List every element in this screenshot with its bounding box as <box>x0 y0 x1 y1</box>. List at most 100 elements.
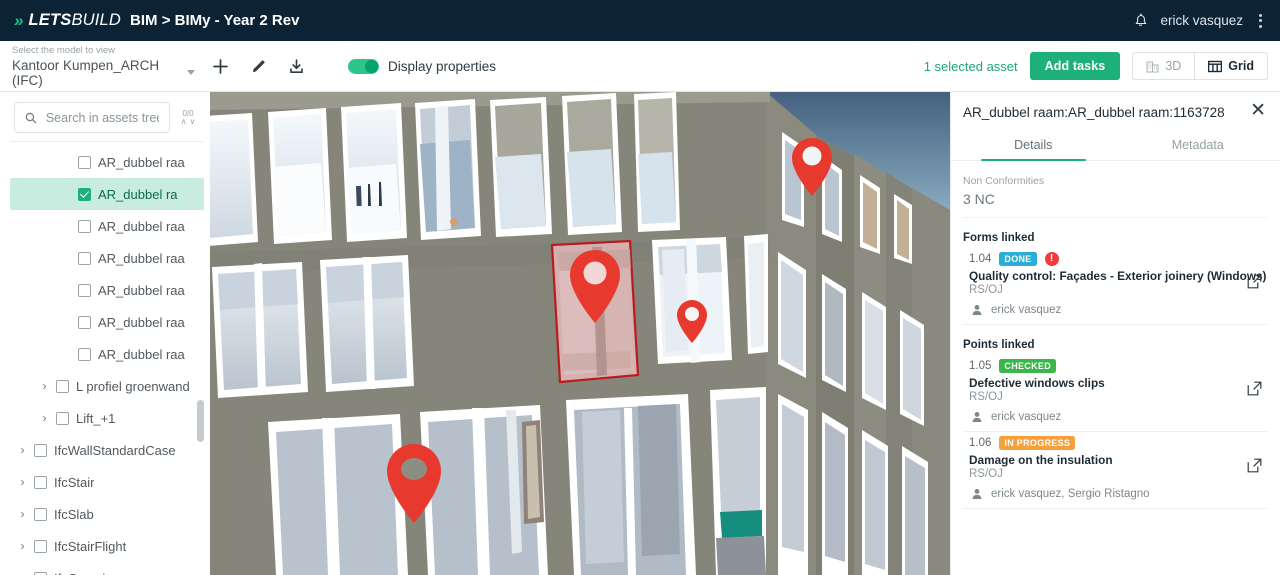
chevron-right-icon[interactable]: › <box>40 379 49 393</box>
search-prev-icon[interactable]: ∧ <box>181 118 187 126</box>
tree-item[interactable]: ›AR_dubbel ra <box>10 178 204 210</box>
non-conformities-block: Non Conformities 3 NC <box>963 161 1268 218</box>
tree-item[interactable]: › IfcStair <box>10 466 204 498</box>
entry-subtitle: RS/OJ <box>969 468 1003 480</box>
tree-item[interactable]: › L profiel groenwand <box>10 370 204 402</box>
search-next-icon[interactable]: ∨ <box>190 118 196 126</box>
logo-chevrons-icon: » <box>14 10 24 30</box>
chevron-right-icon[interactable]: › <box>18 507 27 521</box>
grid-icon <box>1208 60 1223 72</box>
search-input[interactable] <box>45 110 159 125</box>
tree-scrollbar[interactable] <box>197 144 204 575</box>
selected-asset-count: 1 selected asset <box>923 58 1018 74</box>
person-icon <box>972 412 982 422</box>
tab-grid-label: Grid <box>1228 59 1254 73</box>
tree-item-checkbox[interactable] <box>34 539 47 553</box>
download-icon[interactable] <box>287 57 305 75</box>
display-properties-toggle[interactable] <box>348 58 379 74</box>
entry-number: 1.05 <box>969 360 992 372</box>
plus-icon[interactable] <box>211 57 229 75</box>
bell-icon[interactable] <box>1133 13 1148 29</box>
alert-icon: ! <box>1044 252 1059 266</box>
tree-item[interactable]: ›AR_dubbel raa <box>10 146 204 178</box>
model-select[interactable]: Select the model to view Kantoor Kumpen_… <box>12 45 197 88</box>
person-icon <box>972 305 982 315</box>
chevron-right-icon[interactable]: › <box>18 571 27 575</box>
points-linked-list: 1.05 CHECKED Defective windows clips RS/OJ e… <box>963 355 1268 509</box>
tab-details[interactable]: Details <box>951 135 1116 161</box>
tree-item[interactable]: › IfcWallStandardCase <box>10 434 204 466</box>
entry-users: erick vasquez, Sergio Ristagno <box>991 488 1150 500</box>
tree-item-checkbox[interactable] <box>78 219 91 233</box>
tree-item-checkbox[interactable] <box>78 347 91 361</box>
panel-tabs: Details Metadata <box>951 135 1280 161</box>
linked-entry[interactable]: 1.06 IN PROGRESS Damage on the insulation R… <box>963 432 1268 509</box>
tab-3d-view[interactable]: 3D <box>1132 52 1195 80</box>
toolbar: Select the model to view Kantoor Kumpen_… <box>0 41 1280 92</box>
add-tasks-button[interactable]: Add tasks <box>1029 52 1121 80</box>
tree-item-checkbox[interactable] <box>34 475 47 489</box>
tree-item[interactable]: ›AR_dubbel raa <box>10 338 204 370</box>
chevron-down-icon[interactable] <box>187 70 195 75</box>
tree-item-label: IfcWallStandardCase <box>54 442 176 458</box>
forms-linked-list: 1.04 DONE! Quality control: Façades - Exte… <box>963 248 1268 325</box>
status-badge: CHECKED <box>999 359 1056 373</box>
tree-item-label: AR_dubbel raa <box>98 218 185 234</box>
external-link-icon[interactable] <box>1247 381 1262 401</box>
external-link-icon[interactable] <box>1247 458 1262 478</box>
tree-item-label: AR_dubbel raa <box>98 154 185 170</box>
tab-grid-view[interactable]: Grid <box>1194 52 1268 80</box>
tab-metadata[interactable]: Metadata <box>1116 135 1280 160</box>
tab-3d-label: 3D <box>1165 59 1182 73</box>
external-link-icon[interactable] <box>1247 274 1262 294</box>
tree-item[interactable]: ›AR_dubbel raa <box>10 242 204 274</box>
chevron-right-icon[interactable]: › <box>18 475 27 489</box>
tree-item-label: AR_dubbel raa <box>98 282 185 298</box>
entry-title: Quality control: Façades - Exterior join… <box>969 269 1267 283</box>
entry-number: 1.06 <box>969 437 992 449</box>
tree-item-checkbox[interactable] <box>78 187 91 201</box>
close-icon[interactable]: ✕ <box>1242 101 1266 120</box>
linked-entry[interactable]: 1.05 CHECKED Defective windows clips RS/OJ e… <box>963 355 1268 432</box>
assets-tree[interactable]: ›AR_dubbel raa›AR_dubbel ra›AR_dubbel ra… <box>10 141 204 575</box>
brand-text: LETSBUILD <box>28 11 122 29</box>
tree-item[interactable]: › Lift_+1 <box>10 402 204 434</box>
tree-item-label: IfcCovering <box>54 571 120 575</box>
tree-item-checkbox[interactable] <box>78 155 91 169</box>
tree-item-checkbox[interactable] <box>56 379 69 393</box>
tree-scrollbar-thumb[interactable] <box>197 400 204 442</box>
tree-item[interactable]: › IfcStairFlight <box>10 530 204 562</box>
display-properties-label: Display properties <box>388 58 497 74</box>
person-icon <box>972 489 982 499</box>
search-match-nav[interactable]: 0/0 ∧ ∨ <box>178 109 198 126</box>
chevron-right-icon[interactable]: › <box>18 539 27 553</box>
model-select-value: Kantoor Kumpen_ARCH (IFC) <box>12 57 160 88</box>
tree-item-checkbox[interactable] <box>78 315 91 329</box>
tree-item[interactable]: ›AR_dubbel raa <box>10 210 204 242</box>
panel-title: AR_dubbel raam:AR_dubbel raam:1163728 <box>963 105 1225 120</box>
search-box[interactable] <box>14 102 170 133</box>
chevron-right-icon[interactable]: › <box>40 411 49 425</box>
username-label[interactable]: erick vasquez <box>1160 13 1243 28</box>
entry-subtitle: RS/OJ <box>969 284 1003 296</box>
3d-model-viewport[interactable] <box>210 92 950 575</box>
tree-item[interactable]: › IfcCovering <box>10 562 204 575</box>
chevron-right-icon[interactable]: › <box>18 443 27 457</box>
linked-entry[interactable]: 1.04 DONE! Quality control: Façades - Exte… <box>963 248 1268 325</box>
tree-item-checkbox[interactable] <box>78 251 91 265</box>
kebab-menu-icon[interactable] <box>1255 12 1266 30</box>
tree-item-checkbox[interactable] <box>34 443 47 457</box>
tree-item[interactable]: ›AR_dubbel raa <box>10 306 204 338</box>
tree-item-checkbox[interactable] <box>34 507 47 521</box>
tree-item-checkbox[interactable] <box>34 571 47 575</box>
tree-item[interactable]: › IfcSlab <box>10 498 204 530</box>
tree-item-checkbox[interactable] <box>56 411 69 425</box>
tree-item-label: AR_dubbel raa <box>98 314 185 330</box>
tree-item[interactable]: ›AR_dubbel raa <box>10 274 204 306</box>
3d-building-render <box>210 92 950 575</box>
brand-logo[interactable]: » LETSBUILD <box>14 11 121 31</box>
tree-item-checkbox[interactable] <box>78 283 91 297</box>
tree-item-label: Lift_+1 <box>76 410 116 426</box>
pencil-icon[interactable] <box>249 57 267 75</box>
breadcrumb: BIM > BIMy - Year 2 Rev <box>130 12 300 29</box>
